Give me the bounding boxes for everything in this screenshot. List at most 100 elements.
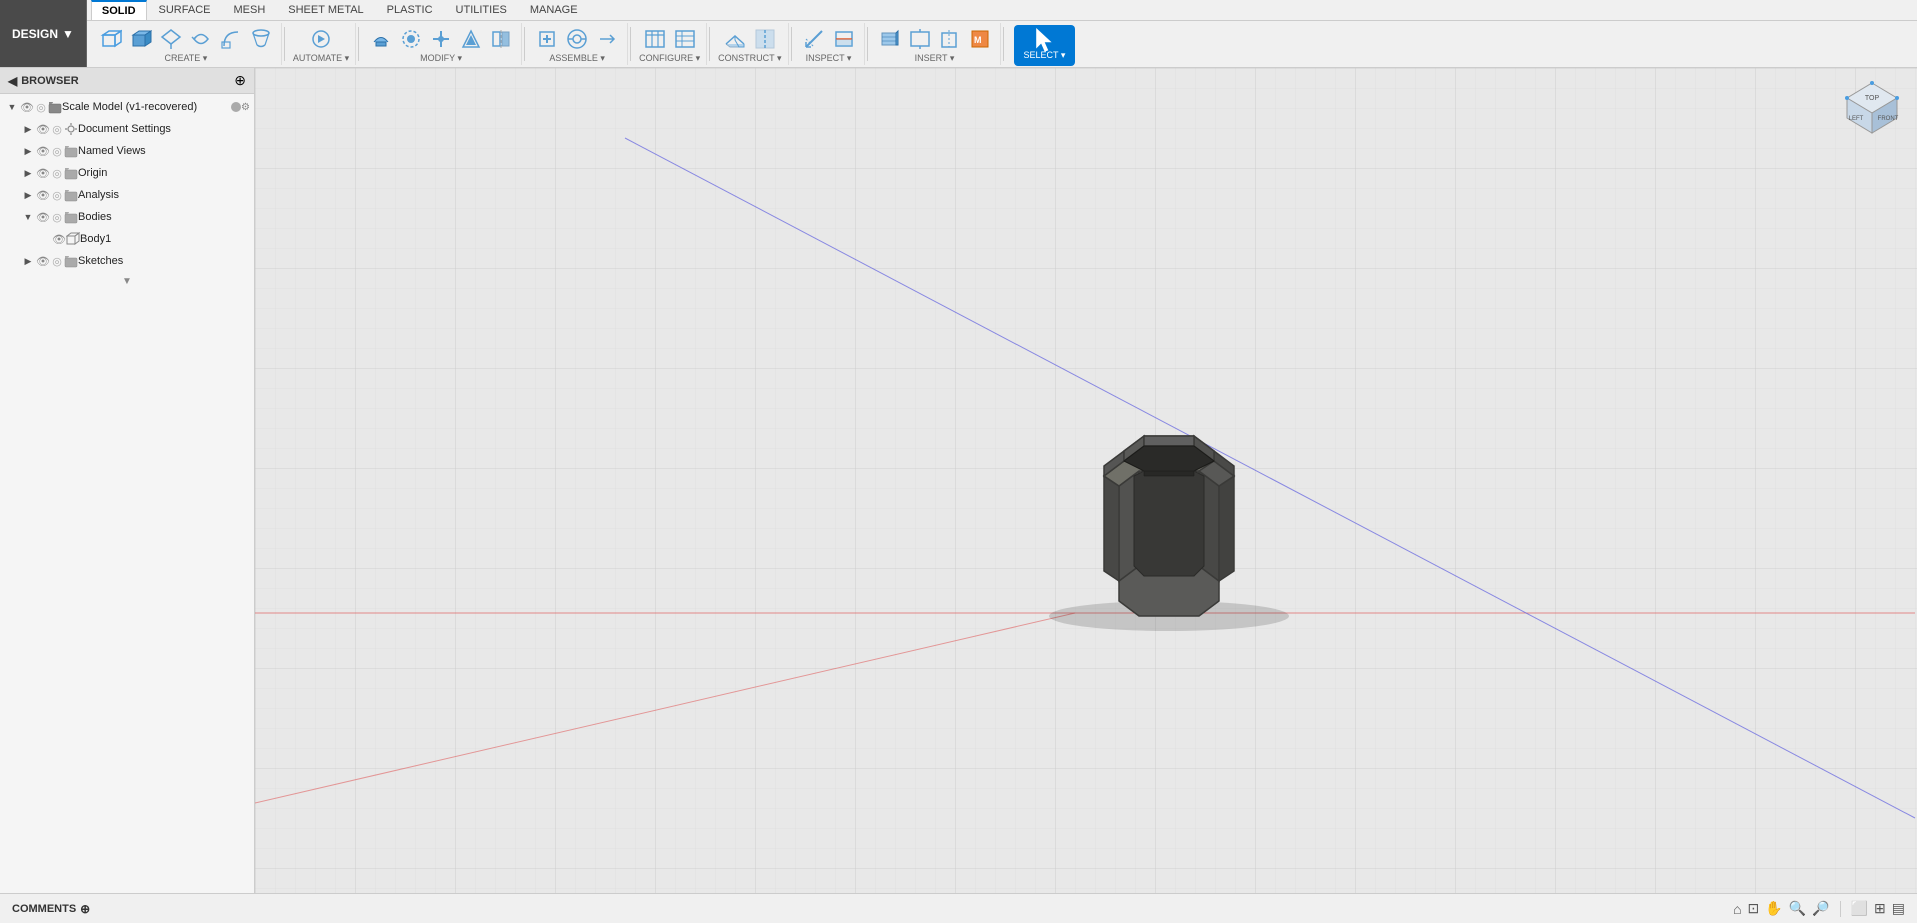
insert-mcmaster-btn[interactable]: M (966, 26, 994, 52)
new-component-icon (536, 28, 558, 50)
configure-table-btn[interactable] (641, 26, 669, 52)
comments-label: COMMENTS (12, 903, 76, 915)
light-icon-analysis[interactable]: ◎ (50, 188, 64, 202)
tree-item-analysis[interactable]: 👁 ◎ Analysis (0, 184, 254, 206)
assemble-new-btn[interactable] (533, 26, 561, 52)
nav-cube[interactable]: TOP LEFT FRONT (1837, 78, 1907, 148)
tab-sheet-metal[interactable]: SHEET METAL (278, 0, 374, 20)
inspect-section-btn[interactable] (830, 26, 858, 52)
tree-label-doc: Document Settings (78, 123, 250, 135)
eye-icon-analysis[interactable]: 👁 (36, 188, 50, 202)
create-loft-btn[interactable] (247, 26, 275, 52)
eye-icon-bodies[interactable]: 👁 (36, 210, 50, 224)
axis-icon (754, 28, 776, 50)
eye-icon-body1[interactable]: 👁 (52, 232, 66, 246)
comments-expand-icon[interactable]: ⊕ (80, 902, 90, 916)
view-display-btn[interactable]: ▤ (1892, 900, 1905, 917)
construct-plane-btn[interactable] (721, 26, 749, 52)
insert-svg-btn[interactable] (936, 26, 964, 52)
nav-fit-btn[interactable]: ⊡ (1748, 900, 1760, 917)
list-icon (674, 28, 696, 50)
create-box-btn[interactable] (97, 26, 125, 52)
light-icon-origin[interactable]: ◎ (50, 166, 64, 180)
tab-utilities[interactable]: UTILITIES (446, 0, 518, 20)
modify-scale-btn[interactable] (457, 26, 485, 52)
tree-label-named-views: Named Views (78, 145, 250, 157)
tree-item-root[interactable]: 👁 ◎ Scale Model (v1-recovered) ⚙ (0, 96, 254, 118)
table-icon (644, 28, 666, 50)
folder-icon-origin (64, 166, 78, 180)
tree-item-sketches[interactable]: 👁 ◎ Sketches (0, 250, 254, 272)
eye-icon-sketches[interactable]: 👁 (36, 254, 50, 268)
light-icon-bodies[interactable]: ◎ (50, 210, 64, 224)
view-cube-btn[interactable]: ⬜ (1851, 900, 1868, 917)
create-label[interactable]: CREATE ▾ (164, 54, 207, 65)
create-revolve-btn[interactable] (187, 26, 215, 52)
assemble-joint-btn[interactable] (563, 26, 591, 52)
tab-mesh[interactable]: MESH (224, 0, 277, 20)
select-btn[interactable]: SELECT ▾ (1014, 25, 1076, 66)
construct-axis-btn[interactable] (751, 26, 779, 52)
folder-icon-named-views (64, 144, 78, 158)
create-extrude-btn[interactable] (157, 26, 185, 52)
nav-zoom-btn[interactable]: 🔍 (1789, 900, 1806, 917)
construct-label[interactable]: CONSTRUCT ▾ (718, 54, 781, 65)
eye-icon-origin[interactable]: 👁 (36, 166, 50, 180)
viewport[interactable]: TOP LEFT FRONT (255, 68, 1917, 893)
nav-pan-btn[interactable]: ✋ (1765, 900, 1782, 917)
canvas-icon (909, 28, 931, 50)
create-sweep-btn[interactable] (217, 26, 245, 52)
tab-manage[interactable]: MANAGE (520, 0, 589, 20)
svg-text:TOP: TOP (1865, 95, 1880, 102)
light-icon-doc[interactable]: ◎ (50, 122, 64, 136)
tab-surface[interactable]: SURFACE (149, 0, 222, 20)
automate-label[interactable]: AUTOMATE ▾ (293, 54, 349, 65)
assemble-label[interactable]: ASSEMBLE ▾ (549, 54, 605, 65)
insert-canvas-btn[interactable] (906, 26, 934, 52)
tree-item-named-views[interactable]: 👁 ◎ Named Views (0, 140, 254, 162)
light-icon-named-views[interactable]: ◎ (50, 144, 64, 158)
eye-icon-doc[interactable]: 👁 (36, 122, 50, 136)
eye-icon-root[interactable]: 👁 (20, 100, 34, 114)
nav-orbit-btn[interactable]: 🔎 (1812, 900, 1829, 917)
view-grid-btn[interactable]: ⊞ (1874, 900, 1886, 917)
create-solid-btn[interactable] (127, 26, 155, 52)
section-icon (833, 28, 855, 50)
tree-item-bodies[interactable]: 👁 ◎ Bodies (0, 206, 254, 228)
tree-bottom-arrow[interactable]: ▼ (0, 272, 254, 291)
modify-combine-btn[interactable] (427, 26, 455, 52)
decal-icon (879, 28, 901, 50)
design-dropdown[interactable]: DESIGN ▼ (0, 0, 87, 67)
configure-list-btn[interactable] (671, 26, 699, 52)
light-icon-root[interactable]: ◎ (34, 100, 48, 114)
mirror-icon (490, 28, 512, 50)
modify-mirror-btn[interactable] (487, 26, 515, 52)
assemble-motion-btn[interactable] (593, 26, 621, 52)
eye-icon-named-views[interactable]: 👁 (36, 144, 50, 158)
tab-solid[interactable]: SOLID (91, 0, 147, 20)
settings-icon-root[interactable]: ⚙ (241, 102, 250, 113)
modify-press-btn[interactable] (367, 26, 395, 52)
inspect-label[interactable]: INSPECT ▾ (806, 54, 852, 65)
configure-label[interactable]: CONFIGURE ▾ (639, 54, 700, 65)
insert-label[interactable]: INSERT ▾ (915, 54, 955, 65)
browser-collapse-icon[interactable]: ◀ (8, 74, 17, 88)
tab-plastic[interactable]: PLASTIC (377, 0, 444, 20)
configure-icons (641, 23, 699, 54)
automate-btn[interactable] (307, 26, 335, 52)
tree-item-body1[interactable]: 👁 Body1 (0, 228, 254, 250)
light-icon-sketches[interactable]: ◎ (50, 254, 64, 268)
solid-icon (130, 28, 152, 50)
tree-item-origin[interactable]: 👁 ◎ Origin (0, 162, 254, 184)
measure-icon (803, 28, 825, 50)
insert-decal-btn[interactable] (876, 26, 904, 52)
modify-label[interactable]: MODIFY ▾ (420, 54, 462, 65)
tree-item-doc-settings[interactable]: 👁 ◎ Document Settings (0, 118, 254, 140)
inspect-measure-btn[interactable] (800, 26, 828, 52)
modify-fillet-btn[interactable] (397, 26, 425, 52)
browser-options-icon[interactable]: ⊕ (234, 72, 246, 89)
nav-home-btn[interactable]: ⌂ (1733, 901, 1741, 917)
tree-arrow-doc (20, 121, 36, 137)
press-icon (370, 28, 392, 50)
browser-title: BROWSER (21, 75, 78, 87)
